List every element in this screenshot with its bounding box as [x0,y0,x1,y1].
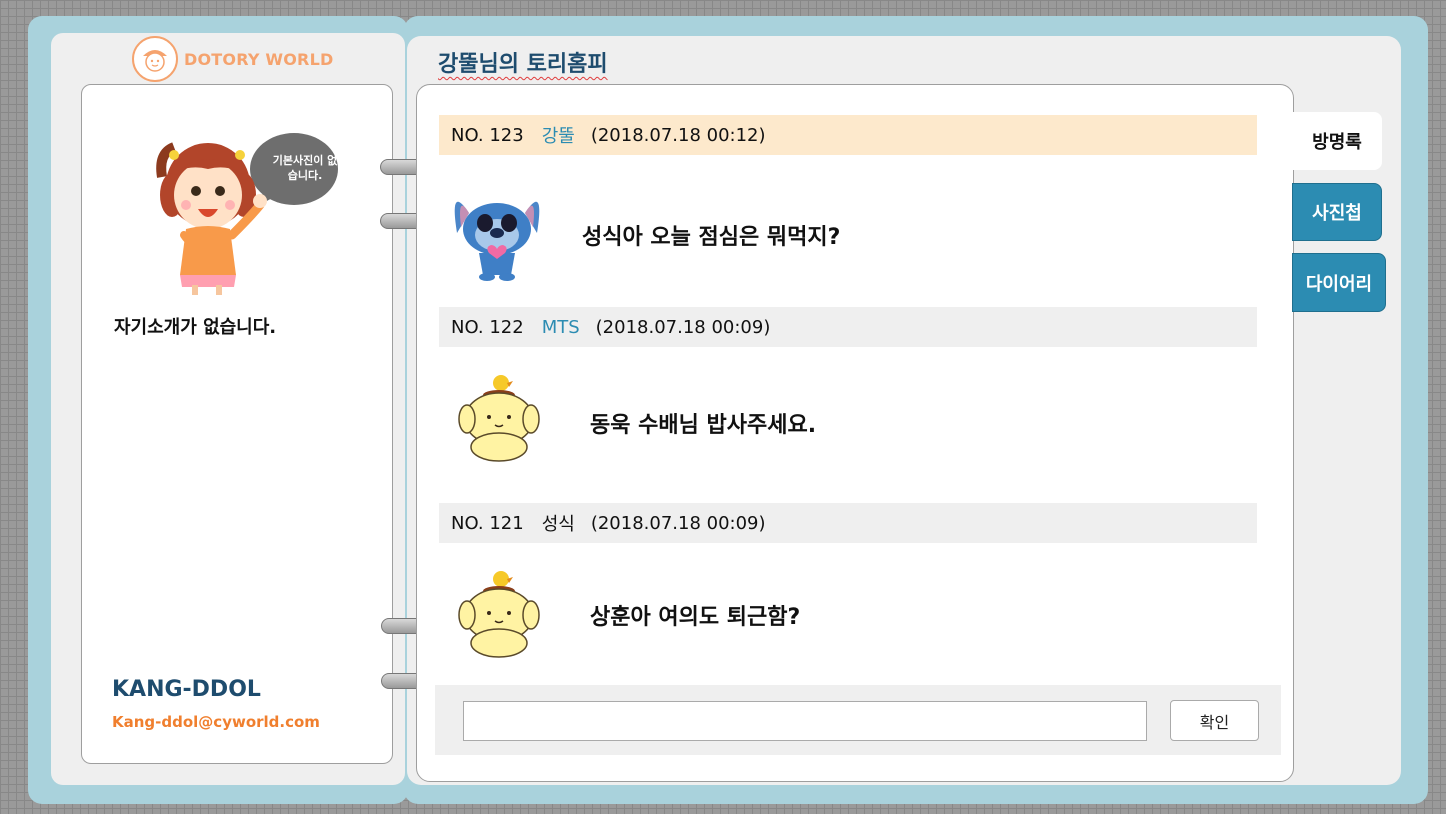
guestbook-card: NO. 123 강뚤 (2018.07.18 00:12) 성식아 오늘 점심은… [416,84,1294,782]
tab-guestbook[interactable]: 방명록 [1292,112,1382,170]
logo[interactable]: DOTORY WORLD [132,36,333,82]
entry-message: 동욱 수배님 밥사주세요. [590,413,817,438]
entry-author[interactable]: 강뚤 [542,122,575,148]
entry-message: 상훈아 여의도 퇴근함? [590,605,801,630]
entry-number: NO. 121 [451,512,524,534]
logo-text: DOTORY WORLD [184,49,334,69]
entry-date: (2018.07.18 00:09) [590,512,766,534]
entry-date: (2018.07.18 00:12) [590,124,766,146]
avatar: 기본사진이 없습니다. [152,125,342,295]
entry-number: NO. 123 [451,124,524,146]
entry-author[interactable]: 성식 [542,510,575,536]
pompompurin-sticker-icon [455,563,555,673]
acorn-character-icon [132,36,178,82]
page-title: 강뚤님의 토리홈피 [438,52,608,77]
entry-header: NO. 121 성식 (2018.07.18 00:09) [439,503,1257,543]
submit-button[interactable]: 확인 [1170,700,1259,741]
comment-form: 확인 [435,685,1281,755]
tab-diary[interactable]: 다이어리 [1292,253,1386,312]
comment-input[interactable] [463,701,1147,741]
entry-date: (2018.07.18 00:09) [595,316,771,338]
entry-author[interactable]: MTS [542,317,580,338]
owner-email[interactable]: Kang-ddol@cyworld.com [112,713,320,731]
owner-name: KANG-DDOL [112,677,261,702]
pompompurin-sticker-icon [455,367,555,477]
entry-message: 성식아 오늘 점심은 뭐먹지? [582,225,841,250]
entry-number: NO. 122 [451,316,524,338]
stitch-sticker-icon [447,183,547,293]
profile-card: 기본사진이 없습니다. 자기소개가 없습니다. KANG-DDOL Kang-d… [81,84,393,764]
tab-photo-album[interactable]: 사진첩 [1292,183,1382,241]
avatar-caption: 기본사진이 없습니다. [272,154,338,182]
entry-header: NO. 122 MTS (2018.07.18 00:09) [439,307,1257,347]
entry-header: NO. 123 강뚤 (2018.07.18 00:12) [439,115,1257,155]
profile-bio: 자기소개가 없습니다. [114,317,277,338]
